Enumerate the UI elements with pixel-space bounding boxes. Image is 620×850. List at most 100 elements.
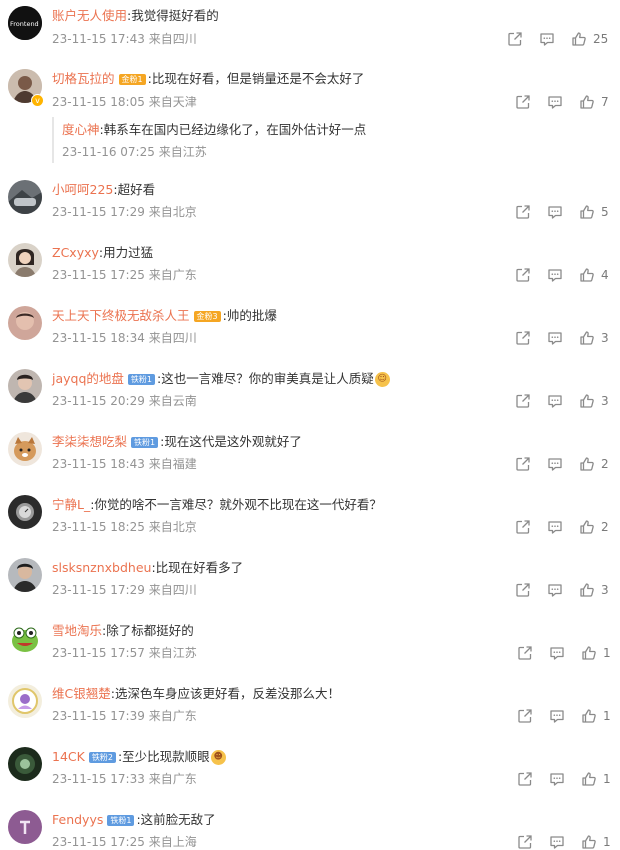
share-button[interactable]	[515, 393, 531, 409]
share-button[interactable]	[517, 708, 533, 724]
username[interactable]: 14CK	[52, 748, 85, 766]
comment-icon	[548, 521, 562, 534]
share-button[interactable]	[515, 582, 531, 598]
username[interactable]: 账户无人使用	[52, 7, 127, 25]
avatar[interactable]	[8, 243, 42, 277]
share-button[interactable]	[507, 31, 523, 47]
like-button[interactable]: 3	[579, 393, 615, 409]
avatar[interactable]	[8, 495, 42, 529]
like-count: 7	[601, 95, 609, 109]
comment-button[interactable]	[547, 94, 563, 110]
comment-button[interactable]	[549, 771, 565, 787]
avatar-photo	[8, 747, 42, 781]
avatar[interactable]	[8, 621, 42, 655]
share-button[interactable]	[515, 456, 531, 472]
avatar[interactable]: Frontend	[8, 6, 42, 40]
username[interactable]: 天上天下终极无敌杀人王	[52, 307, 190, 325]
comment-icon	[550, 710, 564, 723]
timestamp: 23-11-15 17:39	[52, 709, 145, 723]
avatar[interactable]	[8, 747, 42, 781]
comment-actions: 3	[515, 393, 615, 409]
share-button[interactable]	[517, 645, 533, 661]
share-button[interactable]	[515, 204, 531, 220]
share-button[interactable]	[515, 94, 531, 110]
like-button[interactable]: 1	[581, 645, 617, 661]
timestamp: 23-11-15 18:34	[52, 331, 145, 345]
like-button[interactable]: 5	[579, 204, 615, 220]
comment-button[interactable]	[547, 330, 563, 346]
share-button[interactable]	[517, 771, 533, 787]
comment-button[interactable]	[547, 204, 563, 220]
avatar[interactable]	[8, 306, 42, 340]
comment-button[interactable]	[549, 708, 565, 724]
comment-text: :至少比现款顺眼	[117, 749, 210, 764]
comment-button[interactable]	[539, 31, 555, 47]
share-icon	[518, 835, 532, 849]
username[interactable]: 维C银翘楚	[52, 685, 111, 703]
share-button[interactable]	[517, 834, 533, 850]
timestamp: 23-11-15 18:43	[52, 457, 145, 471]
comment-button[interactable]	[547, 456, 563, 472]
comment-actions: 1	[517, 834, 617, 850]
location: 来自四川	[148, 331, 197, 345]
like-button[interactable]: 3	[579, 330, 615, 346]
avatar-photo	[8, 621, 42, 655]
timestamp: 23-11-15 17:25	[52, 268, 145, 282]
avatar-photo	[8, 810, 42, 844]
like-button[interactable]: 2	[579, 456, 615, 472]
comment-button[interactable]	[547, 393, 563, 409]
avatar[interactable]	[8, 180, 42, 214]
username[interactable]: ZCxyxy	[52, 244, 99, 262]
username[interactable]: 雪地淘乐	[52, 622, 102, 640]
comment-text: :帅的批爆	[222, 308, 277, 323]
username[interactable]: Fendyys	[52, 811, 103, 829]
comment-button[interactable]	[549, 645, 565, 661]
share-button[interactable]	[515, 330, 531, 346]
comment-text: :现在这代是这外观就好了	[160, 434, 302, 449]
username[interactable]: 切格瓦拉的	[52, 70, 115, 88]
location: 来自广东	[148, 709, 197, 723]
comment-text: :选深色车身应该更好看，反差没那么大！	[110, 686, 340, 701]
like-count: 5	[601, 205, 609, 219]
username[interactable]: 宁静L_	[52, 496, 90, 514]
comment-button[interactable]	[547, 267, 563, 283]
comment-button[interactable]	[547, 519, 563, 535]
avatar[interactable]	[8, 810, 42, 844]
avatar-photo	[8, 180, 42, 214]
comment-icon	[548, 458, 562, 471]
reply-text: :韩系车在国内已经边缘化了，在国外估计好一点	[99, 122, 367, 137]
like-count: 1	[603, 709, 611, 723]
username[interactable]: 小呵呵225	[52, 181, 113, 199]
avatar[interactable]	[8, 369, 42, 403]
avatar[interactable]	[8, 432, 42, 466]
like-icon	[582, 772, 596, 786]
comment-button[interactable]	[549, 834, 565, 850]
like-button[interactable]: 7	[579, 94, 615, 110]
comment-button[interactable]	[547, 582, 563, 598]
share-button[interactable]	[515, 519, 531, 535]
like-button[interactable]: 1	[581, 771, 617, 787]
like-button[interactable]: 4	[579, 267, 615, 283]
share-icon	[508, 32, 522, 46]
location: 来自北京	[148, 205, 197, 219]
username[interactable]: jayqq的地盘	[52, 370, 124, 388]
like-count: 4	[601, 268, 609, 282]
reply-username[interactable]: 度心神	[62, 121, 100, 139]
comment-text: :这也一言难尽？你的审美真是让人质疑	[157, 371, 374, 386]
location: 来自四川	[148, 32, 197, 46]
avatar[interactable]	[8, 558, 42, 592]
like-button[interactable]: 1	[581, 708, 617, 724]
username[interactable]: slsksnznxbdheu	[52, 559, 151, 577]
username[interactable]: 李柒柒想吃梨	[52, 433, 127, 451]
like-button[interactable]: 2	[579, 519, 615, 535]
fan-badge: 铁粉2	[88, 751, 116, 763]
location: 来自上海	[148, 835, 197, 849]
share-icon	[516, 268, 530, 282]
like-button[interactable]: 1	[581, 834, 617, 850]
like-icon	[582, 646, 596, 660]
like-button[interactable]: 3	[579, 582, 615, 598]
comment-text: :比现在好看，但是销量还是不会太好了	[147, 71, 365, 86]
avatar[interactable]	[8, 684, 42, 718]
share-button[interactable]	[515, 267, 531, 283]
like-button[interactable]: 25	[571, 31, 608, 47]
